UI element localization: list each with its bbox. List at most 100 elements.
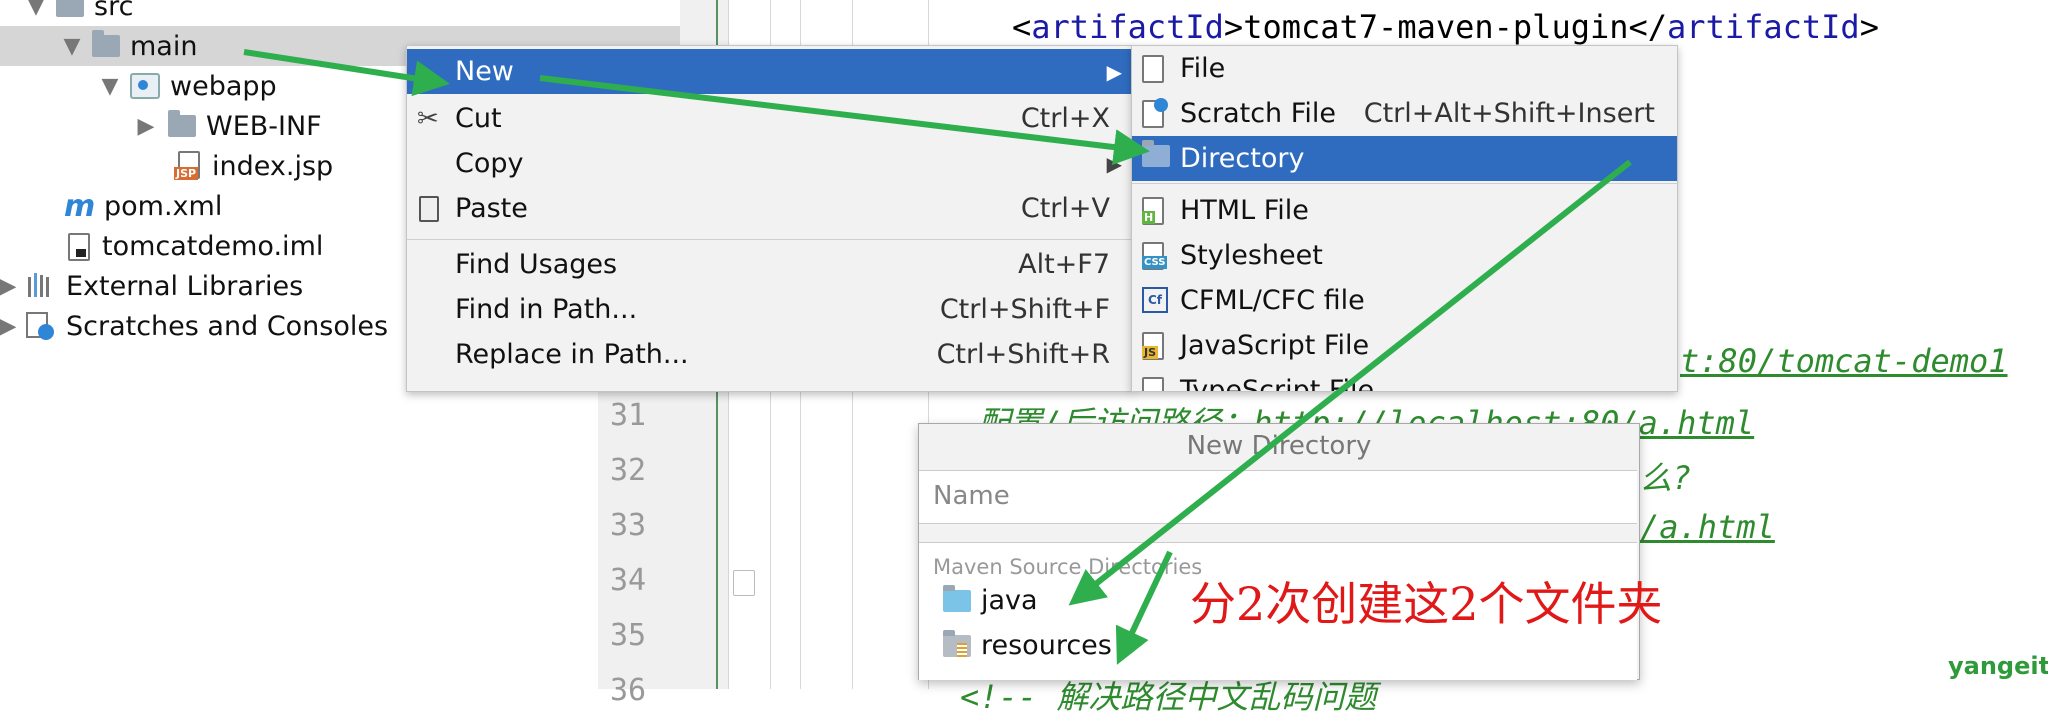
submenu-item-directory[interactable]: Directory bbox=[1132, 136, 1677, 181]
menu-item-label: Copy bbox=[455, 148, 524, 179]
tree-label: WEB-INF bbox=[206, 110, 322, 142]
context-menu: New ▶ ✂ Cut Ctrl+X Copy ▶ Paste Ctrl+V F… bbox=[406, 45, 1133, 392]
submenu-item-typescript-file[interactable]: TypeScript File bbox=[1132, 368, 1677, 392]
folder-icon bbox=[1142, 140, 1170, 171]
menu-shortcut: Ctrl+X bbox=[1020, 103, 1110, 134]
submenu-item-label: HTML File bbox=[1180, 195, 1309, 226]
folder-icon bbox=[56, 0, 84, 17]
submenu-item-stylesheet[interactable]: CSS Stylesheet bbox=[1132, 233, 1677, 278]
menu-shortcut: Alt+F7 bbox=[1018, 249, 1110, 280]
code-line-24: <artifactId>tomcat7-maven-plugin</artifa… bbox=[1012, 8, 1879, 46]
menu-item-label: New bbox=[455, 56, 514, 87]
submenu-arrow-icon: ▶ bbox=[1106, 59, 1122, 84]
iml-file-icon bbox=[66, 231, 92, 261]
scissors-icon: ✂ bbox=[417, 103, 439, 134]
fold-marker-icon[interactable] bbox=[733, 570, 755, 596]
scratches-icon bbox=[26, 312, 56, 340]
name-placeholder: Name bbox=[933, 481, 1010, 511]
folder-icon bbox=[168, 110, 196, 137]
menu-item-cut[interactable]: ✂ Cut Ctrl+X bbox=[407, 96, 1132, 141]
submenu-arrow-icon: ▶ bbox=[1106, 151, 1122, 176]
new-directory-dialog: New Directory Name Maven Source Director… bbox=[918, 423, 1640, 680]
watermark: yangeit bbox=[1948, 652, 2048, 680]
line-number: 36 bbox=[610, 673, 647, 708]
new-submenu: File Scratch File Ctrl+Alt+Shift+Insert … bbox=[1131, 45, 1678, 392]
collapse-arrow-icon[interactable]: ▶ bbox=[132, 114, 160, 139]
list-item-label: java bbox=[981, 585, 1038, 616]
submenu-item-file[interactable]: File bbox=[1132, 46, 1677, 91]
html-file-icon: H bbox=[1142, 197, 1168, 225]
menu-item-label: Replace in Path... bbox=[455, 339, 689, 370]
menu-shortcut: Ctrl+Shift+F bbox=[939, 294, 1110, 325]
line-number: 32 bbox=[610, 453, 647, 488]
expand-arrow-icon[interactable]: ▼ bbox=[58, 34, 86, 59]
source-folder-icon bbox=[943, 584, 971, 612]
submenu-item-label: File bbox=[1180, 53, 1226, 84]
collapse-arrow-icon[interactable]: ▶ bbox=[0, 314, 22, 339]
ts-file-icon bbox=[1142, 377, 1168, 391]
dialog-title: New Directory bbox=[1186, 431, 1372, 461]
line-number: 35 bbox=[610, 618, 647, 653]
js-file-icon: JS bbox=[1142, 332, 1168, 360]
tree-label: index.jsp bbox=[212, 150, 334, 182]
list-item-resources[interactable]: resources bbox=[943, 629, 1112, 661]
tree-label: src bbox=[94, 0, 134, 22]
tree-label: External Libraries bbox=[66, 270, 304, 302]
menu-separator bbox=[1132, 183, 1677, 184]
menu-item-paste[interactable]: Paste Ctrl+V bbox=[407, 186, 1132, 231]
tree-label: webapp bbox=[170, 70, 277, 102]
directory-name-input[interactable]: Name bbox=[919, 470, 1637, 524]
submenu-item-scratch-file[interactable]: Scratch File Ctrl+Alt+Shift+Insert bbox=[1132, 91, 1677, 136]
clipboard-icon bbox=[419, 196, 439, 222]
tree-item-src[interactable]: ▼ src bbox=[0, 0, 680, 26]
menu-item-label: Paste bbox=[455, 193, 528, 224]
menu-item-find-usages[interactable]: Find Usages Alt+F7 bbox=[407, 242, 1132, 287]
list-item-java[interactable]: java bbox=[943, 584, 1038, 616]
resources-folder-icon bbox=[943, 629, 971, 657]
line-number: 31 bbox=[610, 398, 647, 433]
submenu-item-label: Stylesheet bbox=[1180, 240, 1323, 271]
tree-label: tomcatdemo.iml bbox=[102, 230, 324, 262]
list-item-label: resources bbox=[981, 630, 1112, 661]
cfml-file-icon: Cf bbox=[1142, 287, 1168, 313]
code-link-fragment[interactable]: t:80/tomcat-demo1 bbox=[1680, 342, 2008, 380]
menu-item-copy[interactable]: Copy ▶ bbox=[407, 141, 1132, 186]
menu-item-new[interactable]: New ▶ bbox=[407, 49, 1132, 94]
line-number: 34 bbox=[610, 563, 647, 598]
submenu-item-cfml-file[interactable]: Cf CFML/CFC file bbox=[1132, 278, 1677, 323]
menu-shortcut: Ctrl+V bbox=[1020, 193, 1110, 224]
submenu-item-label: CFML/CFC file bbox=[1180, 285, 1365, 316]
submenu-item-label: TypeScript File bbox=[1180, 375, 1375, 392]
submenu-item-label: JavaScript File bbox=[1180, 330, 1370, 361]
css-file-icon: CSS bbox=[1142, 242, 1168, 270]
expand-arrow-icon[interactable]: ▼ bbox=[96, 74, 124, 99]
menu-separator bbox=[407, 239, 1132, 240]
menu-item-label: Cut bbox=[455, 103, 502, 134]
file-icon bbox=[1142, 55, 1168, 83]
submenu-item-html-file[interactable]: H HTML File bbox=[1132, 188, 1677, 233]
line-number: 33 bbox=[610, 508, 647, 543]
scratch-file-icon bbox=[1142, 98, 1168, 128]
code-line-33-fragment[interactable]: /a.html bbox=[1640, 508, 1775, 546]
code-line-32-fragment: 么? bbox=[1640, 459, 1692, 497]
section-header: Maven Source Directories bbox=[933, 555, 1203, 579]
web-folder-icon bbox=[130, 73, 160, 99]
menu-item-label: Find in Path... bbox=[455, 294, 638, 325]
jsp-file-icon: JSP bbox=[174, 151, 202, 181]
maven-icon: m bbox=[64, 188, 96, 224]
menu-shortcut: Ctrl+Shift+R bbox=[936, 339, 1110, 370]
tree-label: main bbox=[130, 30, 198, 62]
collapse-arrow-icon[interactable]: ▶ bbox=[0, 274, 22, 299]
submenu-item-label: Directory bbox=[1180, 143, 1305, 174]
menu-shortcut: Ctrl+Alt+Shift+Insert bbox=[1363, 98, 1655, 129]
menu-item-replace-in-path[interactable]: Replace in Path... Ctrl+Shift+R bbox=[407, 332, 1132, 377]
submenu-item-javascript-file[interactable]: JS JavaScript File bbox=[1132, 323, 1677, 368]
menu-item-label: Find Usages bbox=[455, 249, 618, 280]
tree-label: Scratches and Consoles bbox=[66, 310, 389, 342]
tree-label: pom.xml bbox=[104, 190, 223, 222]
menu-item-find-in-path[interactable]: Find in Path... Ctrl+Shift+F bbox=[407, 287, 1132, 332]
library-icon bbox=[26, 273, 56, 299]
annotation-text: 分2次创建这2个文件夹 bbox=[1190, 577, 1663, 631]
expand-arrow-icon[interactable]: ▼ bbox=[22, 0, 50, 19]
submenu-item-label: Scratch File bbox=[1180, 98, 1336, 129]
